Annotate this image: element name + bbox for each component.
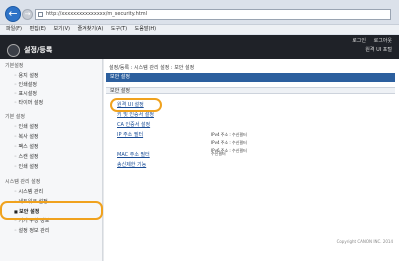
menu-view[interactable]: 보기(V)	[53, 25, 70, 34]
sidebar-item-copy[interactable]: 복사 설정	[14, 133, 117, 140]
sidebar-item-print-settings[interactable]: 인쇄 설정	[14, 123, 117, 130]
sidebar-heading-system: 시스템 관리 설정	[5, 179, 41, 185]
menu-tools[interactable]: 도구(T)	[111, 25, 127, 34]
address-text: http://xxxxxxxxxxxxxxx/m_security.html	[46, 11, 147, 17]
address-bar[interactable]: http://xxxxxxxxxxxxxxx/m_security.html	[35, 9, 391, 20]
menu-edit[interactable]: 편집(E)	[30, 25, 46, 34]
back-button[interactable]: ←	[5, 6, 21, 22]
browser-chrome: ← → http://xxxxxxxxxxxxxxx/m_security.ht…	[0, 0, 399, 35]
menu-file[interactable]: 파일(F)	[6, 25, 22, 34]
security-highlight	[0, 201, 103, 220]
top-buttons: 로그인 로그아웃	[346, 37, 392, 44]
sidebar-item-paper[interactable]: 용지 설정	[14, 72, 117, 79]
menu-help[interactable]: 도움말(H)	[135, 25, 156, 34]
breadcrumb: 설정/등록 : 시스템 관리 설정 : 보안 설정	[109, 65, 195, 71]
settings-icon	[7, 44, 20, 57]
page-icon	[38, 12, 43, 17]
remote-ui-highlight	[110, 98, 162, 112]
sidebar-item-system-mgmt[interactable]: 시스템 관리	[14, 188, 117, 195]
copyright: Copyright CANON INC. 2014	[336, 239, 393, 244]
send-restriction-link[interactable]: 송신제한 기능	[117, 161, 146, 168]
login-link[interactable]: 로그인	[352, 37, 366, 44]
menu-bar: 파일(F) 편집(E) 보기(V) 즐겨찾기(A) 도구(T) 도움말(H)	[0, 24, 399, 34]
sidebar-item-settings-mgmt[interactable]: 설정 정보 관리	[14, 227, 117, 234]
ip-filter-value-1: IPv4 주소 : 수신필터	[211, 132, 247, 137]
sidebar-item-print[interactable]: 인쇄설정	[14, 81, 117, 88]
ip-filter-value-2: IPv4 주소 : 수신필터	[211, 140, 247, 145]
sidebar-item-timer[interactable]: 타이머 설정	[14, 99, 117, 106]
ip-filter-link[interactable]: IP 주소 필터	[117, 131, 143, 138]
mac-filter-link[interactable]: MAC 주소 필터	[117, 151, 150, 158]
menu-favorites[interactable]: 즐겨찾기(A)	[78, 25, 104, 34]
forward-button[interactable]: →	[22, 9, 33, 20]
section-title: 보안 설정	[106, 73, 395, 82]
sub-title: 보안 설정	[106, 87, 395, 94]
mac-filter-value: 수신필터	[211, 151, 226, 156]
sidebar-heading-basic: 기본설정	[5, 63, 24, 69]
sidebar-item-fax[interactable]: 팩스 설정	[14, 143, 117, 150]
ca-certificate-link[interactable]: CA 인증서 설정	[117, 121, 150, 128]
sidebar-item-print-2[interactable]: 인쇄 설정	[14, 163, 117, 170]
app-header: 로그인 로그아웃	[0, 35, 399, 59]
key-certificate-link[interactable]: 키 및 인증서 설정	[117, 111, 154, 118]
page-title: 설정/등록	[24, 46, 53, 54]
main-content: 설정/등록 : 시스템 관리 설정 : 보안 설정 보안 설정 보안 설정 원격…	[104, 59, 399, 261]
portal-link[interactable]: 원격 UI 포털	[365, 46, 392, 53]
sidebar-item-display[interactable]: 표시설정	[14, 90, 117, 97]
sidebar: 기본설정 용지 설정 인쇄설정 표시설정 타이머 설정 기본 설정 인쇄 설정 …	[0, 59, 103, 261]
sidebar-heading-function: 기본 설정	[5, 114, 25, 120]
sidebar-item-scan[interactable]: 스캔 설정	[14, 153, 117, 160]
logout-link[interactable]: 로그아웃	[374, 37, 392, 44]
